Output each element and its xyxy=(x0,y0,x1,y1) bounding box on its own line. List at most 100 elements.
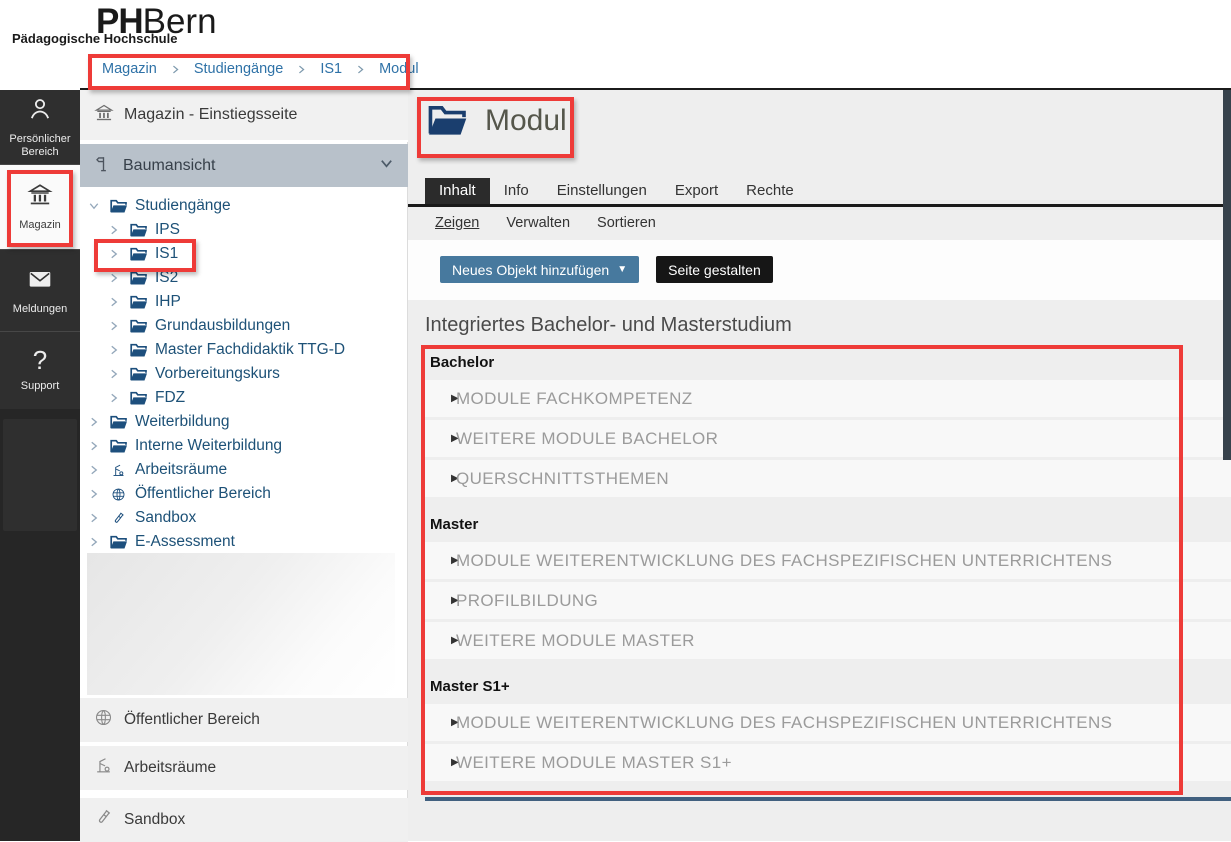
magazin-entry-label: Magazin - Einstiegsseite xyxy=(124,106,297,124)
breadcrumb-separator-icon xyxy=(170,64,181,75)
folder-icon xyxy=(110,534,128,550)
person-icon xyxy=(27,96,53,127)
accordion-row-module-weiterentwicklung-des-fachspezifi[interactable]: ▶MODULE WEITERENTWICKLUNG DES FACHSPEZIF… xyxy=(425,704,1231,741)
folder-icon xyxy=(130,318,148,334)
folder-icon xyxy=(130,366,148,382)
module-accordion: Bachelor▶MODULE FACHKOMPETENZ▶WEITERE MO… xyxy=(425,345,1231,791)
accordion-row-label: MODULE WEITERENTWICKLUNG DES FACHSPEZIFI… xyxy=(456,713,1112,733)
tree-item-label: Studiengänge xyxy=(135,197,231,215)
tree-item-is2[interactable]: IS2 xyxy=(80,266,408,290)
panel-section-sandbox[interactable]: Sandbox xyxy=(80,798,408,842)
tab-bar: InhaltInfoEinstellungenExportRechte xyxy=(425,178,808,204)
panel-section-oeffentlicher-bereich[interactable]: Öffentlicher Bereich xyxy=(80,698,408,742)
design-page-button[interactable]: Seite gestalten xyxy=(656,256,773,283)
folder-icon xyxy=(110,198,128,214)
add-object-button[interactable]: Neues Objekt hinzufügen ▼ xyxy=(440,256,639,283)
chevron-right-icon[interactable] xyxy=(88,488,104,500)
triangle-right-icon: ▶ xyxy=(425,595,456,606)
breadcrumb-item-studiengänge[interactable]: Studiengänge xyxy=(194,61,284,77)
tree-item-label: Vorbereitungskurs xyxy=(155,365,280,383)
tree-item-arbeitsr-ume[interactable]: Arbeitsräume xyxy=(80,458,408,482)
repository-tree: Studiengänge IPSIS1IS2 IHP Grundausbildunge… xyxy=(80,194,408,554)
rail-lower-area xyxy=(0,409,80,841)
tree-item-master-fachdidaktik-ttg-d[interactable]: Master Fachdidaktik TTG-D xyxy=(80,338,408,362)
tree-item--ffentlicher-bereich[interactable]: Öffentlicher Bereich xyxy=(80,482,408,506)
sidebar-item-meldungen[interactable]: Meldungen xyxy=(0,249,80,331)
tree-item-is1[interactable]: IS1 xyxy=(80,242,408,266)
tab-info[interactable]: Info xyxy=(490,178,543,204)
sidebar-item-label: Persönlicher Bereich xyxy=(0,133,80,159)
breadcrumb-item-modul[interactable]: Modul xyxy=(379,61,419,77)
accordion-row-module-fachkompetenz[interactable]: ▶MODULE FACHKOMPETENZ xyxy=(425,380,1231,417)
tree-item-vorbereitungskurs[interactable]: Vorbereitungskurs xyxy=(80,362,408,386)
tree-item-fdz[interactable]: FDZ xyxy=(80,386,408,410)
accordion-row-weitere-module-master[interactable]: ▶WEITERE MODULE MASTER xyxy=(425,622,1231,659)
tree-item-sandbox[interactable]: Sandbox xyxy=(80,506,408,530)
subtab-sortieren[interactable]: Sortieren xyxy=(597,215,656,231)
folder-icon xyxy=(130,246,148,262)
sidebar-item-magazin[interactable]: Magazin xyxy=(0,164,80,249)
chevron-right-icon[interactable] xyxy=(88,464,104,476)
panel-section-label: Öffentlicher Bereich xyxy=(124,711,260,729)
folder-icon xyxy=(130,222,148,238)
tree-item-studieng-nge[interactable]: Studiengänge xyxy=(80,194,408,218)
tree-item-interne-weiterbildung[interactable]: Interne Weiterbildung xyxy=(80,434,408,458)
accordion-section-master: Master▶MODULE WEITERENTWICKLUNG DES FACH… xyxy=(425,507,1231,659)
breadcrumb-separator-icon xyxy=(355,64,366,75)
accordion-row-weitere-module-bachelor[interactable]: ▶WEITERE MODULE BACHELOR xyxy=(425,420,1231,457)
chevron-right-icon[interactable] xyxy=(108,368,124,380)
tree-item-label: Arbeitsräume xyxy=(135,461,227,479)
tree-item-e-assessment[interactable]: E-Assessment xyxy=(80,530,408,554)
folder-icon xyxy=(110,414,128,430)
rail-lower-panel xyxy=(3,419,77,531)
breadcrumb-item-is1[interactable]: IS1 xyxy=(320,61,342,77)
magazin-entry-link[interactable]: Magazin - Einstiegsseite xyxy=(80,90,408,142)
panel-section-arbeitsraeume[interactable]: Arbeitsräume xyxy=(80,746,408,790)
scrollbar-thumb[interactable] xyxy=(1223,90,1231,460)
chevron-right-icon[interactable] xyxy=(88,536,104,548)
tree-item-grundausbildungen[interactable]: Grundausbildungen xyxy=(80,314,408,338)
sidebar-item-label: Meldungen xyxy=(11,303,69,316)
tree-view-header[interactable]: Baumansicht xyxy=(80,144,408,187)
tree-item-label: IHP xyxy=(155,293,181,311)
chevron-down-icon[interactable] xyxy=(88,200,104,212)
breadcrumb-item-magazin[interactable]: Magazin xyxy=(102,61,157,77)
triangle-right-icon: ▶ xyxy=(425,555,456,566)
sidebar-item-support[interactable]: ?Support xyxy=(0,331,80,409)
chevron-right-icon[interactable] xyxy=(108,272,124,284)
accordion-row-profilbildung[interactable]: ▶PROFILBILDUNG xyxy=(425,582,1231,619)
testtube-icon xyxy=(94,808,113,832)
tab-rechte[interactable]: Rechte xyxy=(732,178,808,204)
tab-einstellungen[interactable]: Einstellungen xyxy=(543,178,661,204)
accordion-row-module-weiterentwicklung-des-fachspezifi[interactable]: ▶MODULE WEITERENTWICKLUNG DES FACHSPEZIF… xyxy=(425,542,1231,579)
chevron-right-icon[interactable] xyxy=(108,224,124,236)
tab-inhalt[interactable]: Inhalt xyxy=(425,178,490,204)
tree-item-ips[interactable]: IPS xyxy=(80,218,408,242)
accordion-row-weitere-module-master-s1-[interactable]: ▶WEITERE MODULE MASTER S1+ xyxy=(425,744,1231,781)
tree-item-ihp[interactable]: IHP xyxy=(80,290,408,314)
tree-background-gradient xyxy=(87,553,395,695)
toolbar: Neues Objekt hinzufügen ▼ Seite gestalte… xyxy=(440,256,773,283)
tree-item-weiterbildung[interactable]: Weiterbildung xyxy=(80,410,408,434)
chevron-right-icon[interactable] xyxy=(108,248,124,260)
subtab-verwalten[interactable]: Verwalten xyxy=(506,215,570,231)
signpost-icon xyxy=(94,154,113,178)
chevron-down-icon[interactable] xyxy=(379,156,394,176)
chevron-right-icon[interactable] xyxy=(108,296,124,308)
workspace-icon xyxy=(94,756,113,780)
chevron-right-icon[interactable] xyxy=(108,344,124,356)
tree-item-label: FDZ xyxy=(155,389,185,407)
bank-icon xyxy=(27,182,53,213)
chevron-right-icon[interactable] xyxy=(108,392,124,404)
tree-item-label: Weiterbildung xyxy=(135,413,230,431)
chevron-right-icon[interactable] xyxy=(88,440,104,452)
subtab-zeigen[interactable]: Zeigen xyxy=(435,215,479,231)
chevron-right-icon[interactable] xyxy=(88,416,104,428)
chevron-right-icon[interactable] xyxy=(88,512,104,524)
panel-section-label: Sandbox xyxy=(124,811,185,829)
triangle-right-icon: ▶ xyxy=(425,717,456,728)
accordion-row-querschnittsthemen[interactable]: ▶QUERSCHNITTSTHEMEN xyxy=(425,460,1231,497)
sidebar-item-pers-nlicher-bereich[interactable]: Persönlicher Bereich xyxy=(0,90,80,164)
tab-export[interactable]: Export xyxy=(661,178,732,204)
chevron-right-icon[interactable] xyxy=(108,320,124,332)
